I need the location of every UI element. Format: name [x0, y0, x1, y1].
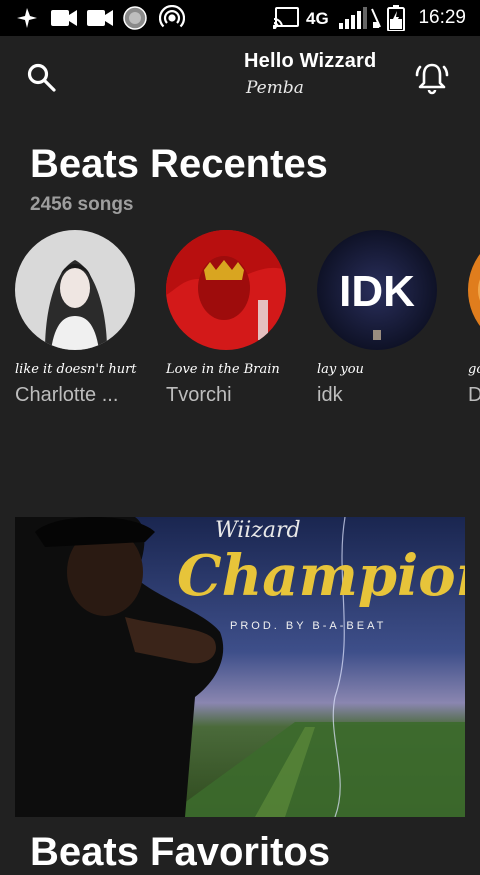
recent-carousel[interactable]: like it doesn't hurt Charlotte ... Love … — [0, 226, 480, 416]
banner-credit: PROD. BY B-A-BEAT — [230, 620, 386, 632]
section-title-recent: Beats Recentes — [30, 142, 328, 186]
featured-banner[interactable]: Wiizard Champion PROD. BY B-A-BEAT — [15, 517, 465, 817]
hotspot-icon — [158, 0, 186, 36]
album-cover: IDK — [317, 230, 437, 350]
pinwheel-icon — [14, 0, 40, 36]
recent-item-tagline: go — [468, 362, 480, 377]
recent-item-tagline: lay you — [317, 362, 364, 377]
signal-icon — [338, 0, 368, 36]
recent-item-artist: Tvorchi — [166, 384, 232, 406]
greeting: Hello Wizzard — [244, 50, 377, 72]
status-bar: 4G 16:29 — [0, 0, 480, 36]
notification-bell-icon[interactable] — [414, 60, 450, 96]
recent-item-artist: D — [468, 384, 480, 406]
mute-icon — [368, 0, 384, 36]
section-title-favorites: Beats Favoritos — [30, 830, 331, 874]
video-icon — [50, 0, 78, 36]
recent-item-artist: idk — [317, 384, 343, 406]
search-icon[interactable] — [26, 62, 58, 94]
song-count: 2456 songs — [30, 194, 134, 215]
cover-text: IDK — [339, 267, 415, 316]
banner-title: Champion — [177, 543, 465, 609]
cast-icon — [272, 0, 300, 36]
recent-item-artist: Charlotte ... — [15, 384, 119, 406]
banner-artist: Wiizard — [215, 518, 301, 543]
clock: 16:29 — [418, 7, 466, 28]
album-cover — [15, 230, 135, 350]
battery-icon — [384, 0, 408, 36]
circle-app-icon — [122, 0, 148, 36]
recent-item-tagline: Love in the Brain — [166, 362, 280, 377]
album-cover — [468, 230, 480, 350]
video-icon — [86, 0, 114, 36]
recent-item-tagline: like it doesn't hurt — [15, 362, 137, 377]
album-cover — [166, 230, 286, 350]
username: Pemba — [246, 78, 304, 98]
network-type: 4G — [306, 9, 329, 28]
